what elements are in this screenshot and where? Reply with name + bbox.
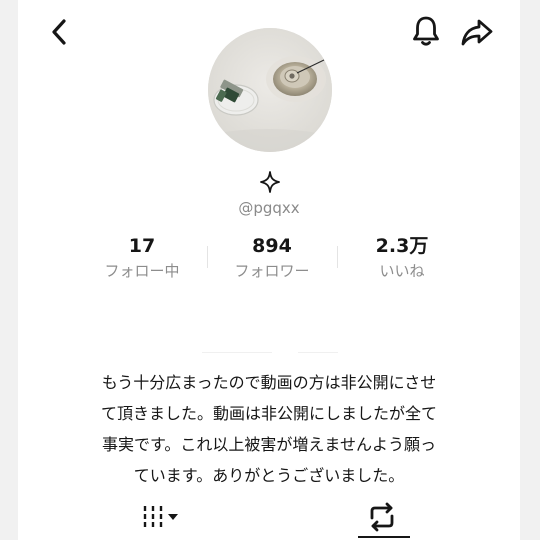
followers-count: 894	[252, 235, 292, 257]
likes-stat[interactable]: 2.3万 いいね	[337, 234, 467, 281]
following-label: フォロー中	[104, 262, 180, 280]
likes-count: 2.3万	[375, 235, 429, 257]
repost-icon[interactable]	[366, 502, 398, 532]
divider-line	[298, 352, 338, 353]
following-stat[interactable]: 17 フォロー中	[77, 234, 207, 281]
bio-line: て頂きました。動画は非公開にしましたが全て	[100, 404, 437, 423]
bio-line: もう十分広まったので動画の方は非公開にさせ	[101, 373, 437, 392]
username: @pgqxx	[238, 199, 300, 217]
followers-label: フォロワー	[234, 262, 310, 280]
following-count: 17	[128, 235, 156, 257]
bio-line: ています。ありがとうございました。	[133, 466, 405, 485]
bio-line: 事実です。これ以上被害が増えませんよう願っ	[102, 435, 436, 454]
bell-icon[interactable]	[410, 14, 442, 48]
divider-line	[202, 352, 272, 353]
followers-stat[interactable]: 894 フォロワー	[207, 234, 337, 281]
active-tab-indicator	[358, 536, 410, 538]
share-arrow-icon[interactable]	[460, 16, 494, 48]
profile-screen: @pgqxx 17 フォロー中 894 フォロワー 2.3万 いいね もう十分広…	[18, 0, 520, 540]
avatar-image	[208, 28, 332, 152]
grid-dropdown-icon[interactable]	[140, 502, 184, 532]
bio-text: もう十分広まったので動画の方は非公開にさせ て頂きました。動画は非公開にしました…	[68, 367, 470, 491]
chevron-left-icon[interactable]	[46, 16, 74, 48]
sparkle-icon	[260, 171, 280, 193]
avatar[interactable]	[208, 28, 332, 152]
likes-label: いいね	[379, 262, 425, 280]
